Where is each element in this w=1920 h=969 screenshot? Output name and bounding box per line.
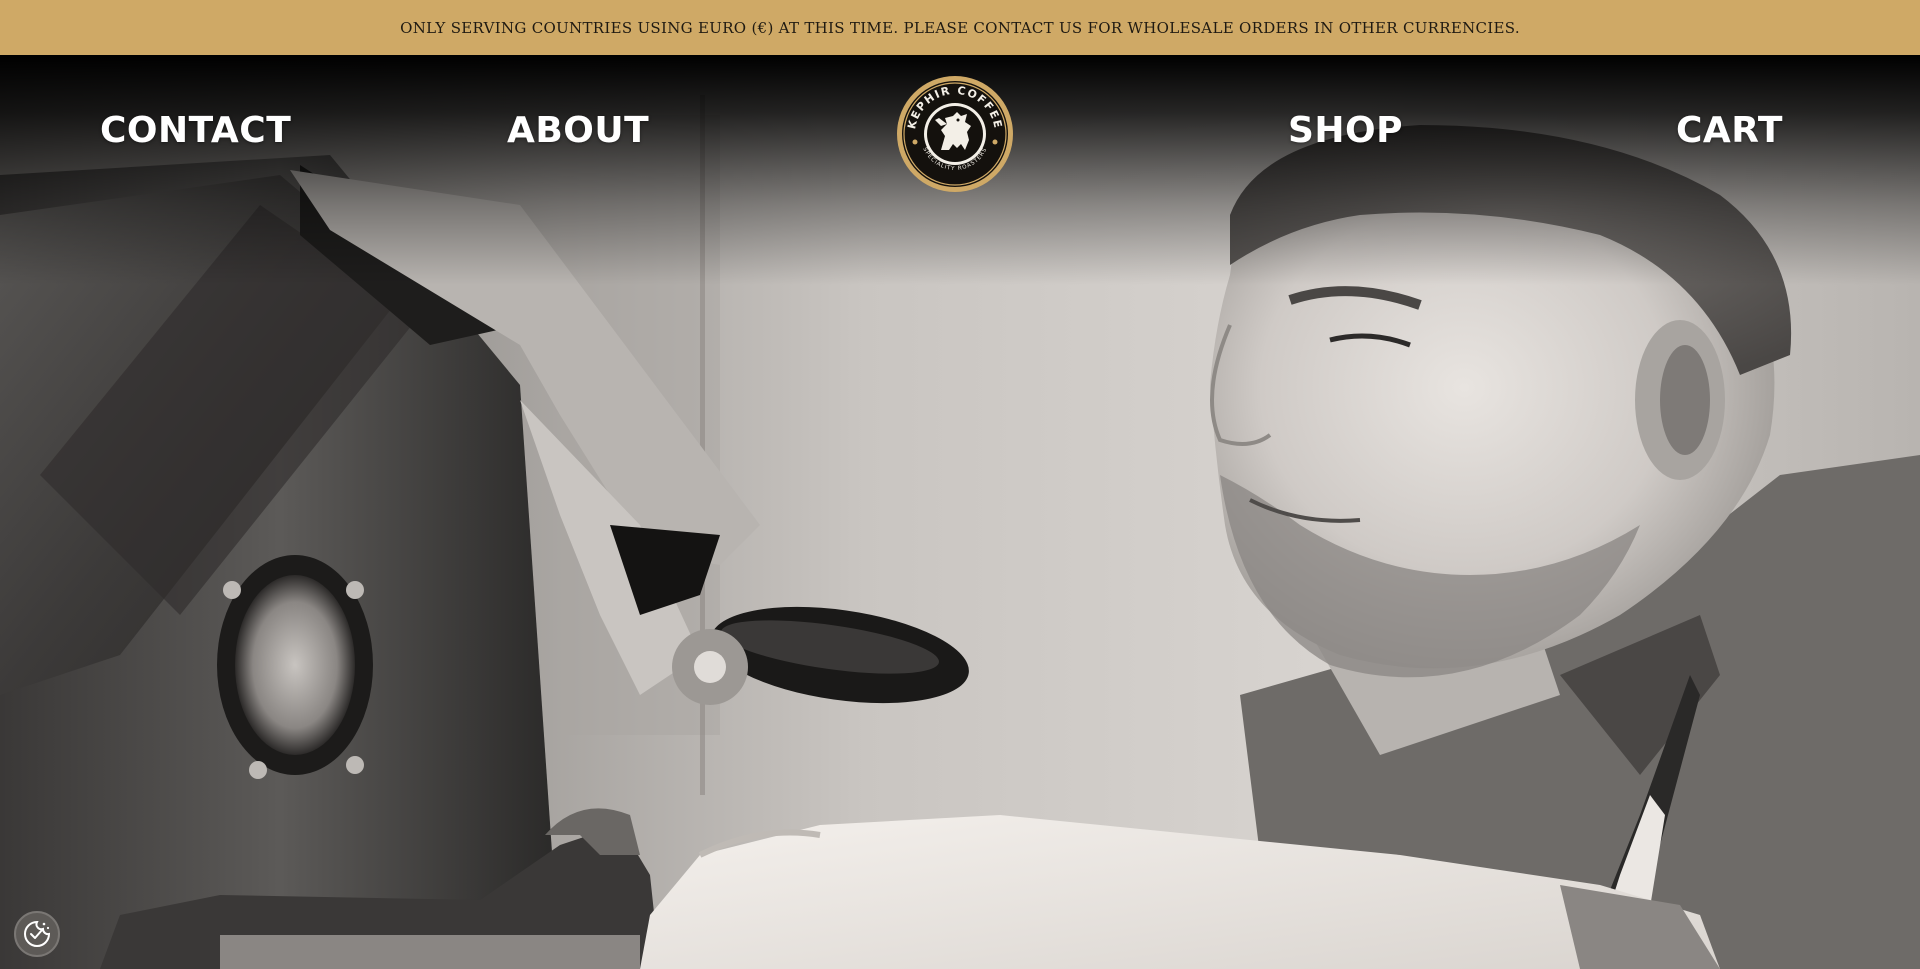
logo-badge: KEPHIR COFFEE SPECIALITY ROASTERS [897,76,1013,192]
cookie-settings-button[interactable] [14,911,60,957]
announcement-bar: ONLY SERVING COUNTRIES USING EURO (€) AT… [0,0,1920,55]
nav-contact-link[interactable]: CONTACT [100,113,291,149]
kephir-coffee-logo[interactable]: KEPHIR COFFEE SPECIALITY ROASTERS [895,74,1015,194]
announcement-text: ONLY SERVING COUNTRIES USING EURO (€) AT… [400,18,1520,37]
nav-cart-link[interactable]: CART [1676,113,1783,149]
nav-shop-link[interactable]: SHOP [1288,113,1403,149]
cookie-consent-icon [24,920,51,947]
hero-section: CONTACT ABOUT SHOP CART KEPHIR COFFEE SP… [0,55,1920,969]
nav-about-link[interactable]: ABOUT [507,113,649,149]
